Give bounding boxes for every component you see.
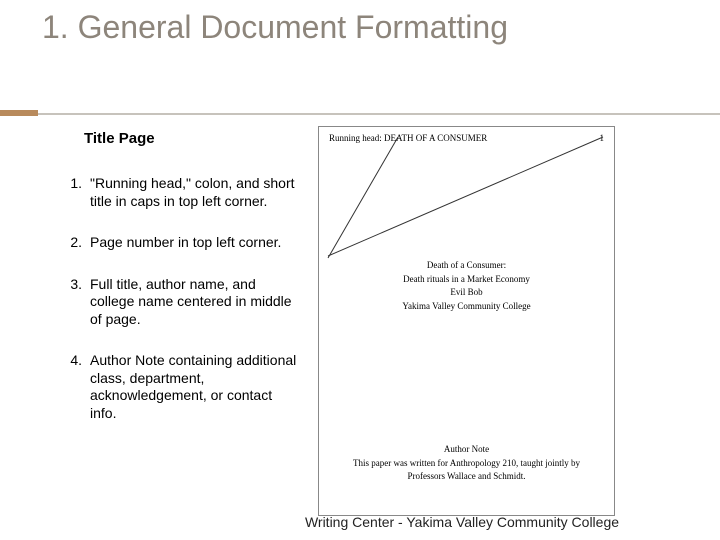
list-text: Author Note containing additional class,…	[90, 352, 300, 422]
list-number: 4.	[60, 352, 90, 422]
slide-title: 1. General Document Formatting	[0, 0, 720, 45]
list-text: Page number in top left corner.	[90, 234, 281, 252]
subtitle: Title Page	[84, 130, 155, 147]
author-note-line: This paper was written for Anthropology …	[319, 457, 614, 471]
list-number: 1.	[60, 175, 90, 210]
document-preview: Running head: DEATH OF A CONSUMER 1 Deat…	[318, 126, 615, 516]
title-underline	[38, 113, 720, 115]
doc-header: Running head: DEATH OF A CONSUMER 1	[319, 127, 614, 143]
doc-college-line: Yakima Valley Community College	[319, 300, 614, 314]
list-number: 2.	[60, 234, 90, 252]
page-number: 1	[600, 133, 605, 143]
doc-center-block: Death of a Consumer: Death rituals in a …	[319, 259, 614, 313]
title-accent-bar	[0, 110, 38, 116]
author-note-line: Professors Wallace and Schmidt.	[319, 470, 614, 484]
doc-author-line: Evil Bob	[319, 286, 614, 300]
list-number: 3.	[60, 276, 90, 329]
content-area: Title Page 1. "Running head," colon, and…	[0, 130, 720, 540]
list-item: 1. "Running head," colon, and short titl…	[60, 175, 300, 210]
list-text: "Running head," colon, and short title i…	[90, 175, 300, 210]
list-item: 4. Author Note containing additional cla…	[60, 352, 300, 422]
running-head: Running head: DEATH OF A CONSUMER	[329, 133, 487, 143]
list-text: Full title, author name, and college nam…	[90, 276, 300, 329]
doc-title-line: Death of a Consumer:	[319, 259, 614, 273]
doc-subtitle-line: Death rituals in a Market Economy	[319, 273, 614, 287]
author-note-block: Author Note This paper was written for A…	[319, 443, 614, 484]
footer-text: Writing Center - Yakima Valley Community…	[0, 514, 700, 530]
author-note-heading: Author Note	[319, 443, 614, 457]
instruction-list: 1. "Running head," colon, and short titl…	[60, 175, 300, 446]
list-item: 2. Page number in top left corner.	[60, 234, 300, 252]
list-item: 3. Full title, author name, and college …	[60, 276, 300, 329]
